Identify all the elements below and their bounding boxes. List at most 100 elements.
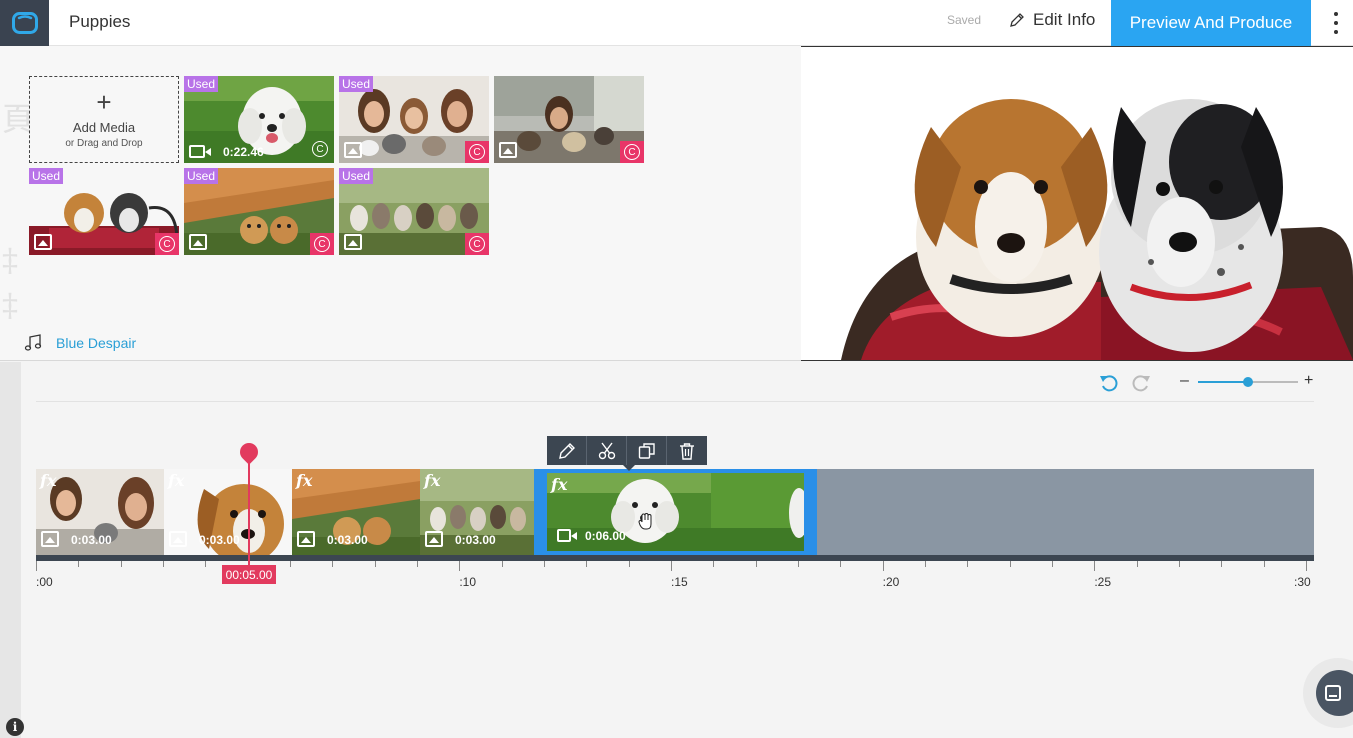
timeline-clip[interactable]: fx 0:03.00 (292, 469, 420, 555)
trim-handle-right[interactable] (804, 473, 813, 551)
duplicate-clip-button[interactable] (627, 436, 667, 465)
ruler-tick (1009, 561, 1011, 567)
fx-icon[interactable]: fx (551, 475, 567, 494)
copyright-icon: C (155, 233, 179, 255)
image-icon (169, 531, 187, 547)
fx-icon[interactable]: fx (40, 471, 56, 490)
add-media-label: Add Media (72, 120, 136, 135)
zoom-slider-fill (1198, 381, 1248, 383)
used-badge: Used (339, 76, 374, 92)
copyright-icon: C (310, 233, 334, 255)
top-bar: Puppies Saved Edit Info Preview And Prod… (0, 0, 1353, 46)
delete-clip-button[interactable] (667, 436, 707, 465)
preview-and-produce-button[interactable]: Preview And Produce (1111, 0, 1311, 46)
image-icon (499, 142, 517, 158)
timeline-clip-selected[interactable]: fx 0:06.00 (534, 469, 817, 555)
zoom-out-button[interactable]: – (1180, 372, 1189, 390)
add-media-dropzone[interactable]: + Add Media or Drag and Drop (29, 76, 179, 163)
hand-cursor-icon (638, 513, 652, 530)
timeline-clip[interactable]: fx 0:03.00 (420, 469, 534, 555)
ruler-tick (840, 561, 842, 567)
clip-duration: 0:03.00 (199, 533, 240, 547)
trim-handle-left[interactable] (538, 473, 547, 551)
fx-icon[interactable]: fx (168, 471, 184, 490)
ruler-tick (163, 561, 164, 567)
redo-icon[interactable] (1130, 372, 1152, 394)
ruler-tick (1179, 561, 1180, 567)
pencil-icon (1010, 13, 1024, 27)
clip-thumbnail: fx 0:06.00 (547, 473, 804, 551)
ruler-tick (967, 561, 969, 567)
ruler-tick (1263, 561, 1265, 567)
clip-duration: 0:06.00 (585, 529, 626, 543)
clip-duration: 0:03.00 (455, 533, 496, 547)
scissors-icon (598, 442, 615, 459)
image-icon (41, 531, 59, 547)
ruler-label: :10 (459, 575, 477, 589)
fx-icon[interactable]: fx (296, 471, 312, 490)
music-track[interactable]: Blue Despair (24, 334, 136, 352)
music-track-name[interactable]: Blue Despair (56, 335, 136, 351)
edit-info-label: Edit Info (1033, 10, 1096, 29)
media-thumbnail[interactable]: C (494, 76, 644, 163)
duplicate-icon (638, 442, 655, 459)
zoom-slider-handle[interactable] (1243, 377, 1253, 387)
media-thumbnail[interactable]: Used C (339, 168, 489, 255)
pencil-icon (558, 442, 575, 459)
ruler-tick (120, 561, 122, 567)
ruler-tick (1221, 561, 1223, 567)
app-logo-icon[interactable] (0, 0, 49, 46)
playhead-line (248, 462, 250, 572)
info-icon[interactable]: i (6, 718, 24, 736)
fx-icon[interactable]: fx (424, 471, 440, 490)
ruler-tick (290, 561, 291, 567)
trash-icon (680, 442, 694, 460)
ruler-tick (925, 561, 926, 567)
edit-clip-button[interactable] (547, 436, 587, 465)
timeline-clip[interactable]: fx 0:03.00 (36, 469, 164, 555)
edit-info-button[interactable]: Edit Info (1009, 10, 1095, 30)
ruler-tick (374, 561, 376, 567)
media-thumbnail[interactable]: Used C (184, 168, 334, 255)
decorative-glyph: ‡ (2, 286, 18, 324)
ruler-tick (501, 561, 503, 567)
timeline-sidebar (0, 362, 21, 738)
video-camera-icon (557, 529, 577, 542)
media-thumbnail[interactable]: Used 0:22.46 C (184, 76, 334, 163)
ruler-tick (1094, 561, 1096, 571)
clip-duration: 0:03.00 (327, 533, 368, 547)
used-badge: Used (29, 168, 64, 184)
ruler-tick (755, 561, 757, 567)
undo-icon[interactable] (1098, 372, 1120, 394)
ruler-tick (36, 561, 37, 571)
ruler-tick (78, 561, 80, 567)
split-clip-button[interactable] (587, 436, 627, 465)
project-title[interactable]: Puppies (69, 12, 130, 32)
ruler-tick (1306, 561, 1307, 571)
ruler-tick (417, 561, 418, 567)
image-icon (189, 234, 207, 250)
ruler-label: :20 (882, 575, 900, 589)
ruler-tick (1136, 561, 1138, 567)
image-icon (344, 234, 362, 250)
copyright-icon: C (465, 233, 489, 255)
ruler-tick (798, 561, 799, 567)
more-menu-icon[interactable] (1326, 12, 1346, 34)
media-thumbnail[interactable]: Used C (29, 168, 179, 255)
copyright-icon: C (465, 141, 489, 163)
ruler-label: :25 (1094, 575, 1112, 589)
music-note-icon (24, 334, 42, 351)
zoom-in-button[interactable]: + (1304, 372, 1313, 390)
plus-icon: + (96, 87, 112, 117)
video-camera-icon (189, 145, 211, 158)
copyright-icon: C (312, 141, 330, 159)
image-icon (344, 142, 362, 158)
ruler-tick (205, 561, 207, 567)
zoom-slider[interactable] (1198, 377, 1298, 387)
media-thumbnail[interactable]: Used C (339, 76, 489, 163)
ruler-label: :30 (1294, 575, 1311, 589)
timeline-clip[interactable]: fx 0:03.00 (164, 469, 292, 555)
used-badge: Used (184, 76, 219, 92)
chat-icon (1325, 685, 1341, 701)
video-preview[interactable] (801, 46, 1353, 361)
